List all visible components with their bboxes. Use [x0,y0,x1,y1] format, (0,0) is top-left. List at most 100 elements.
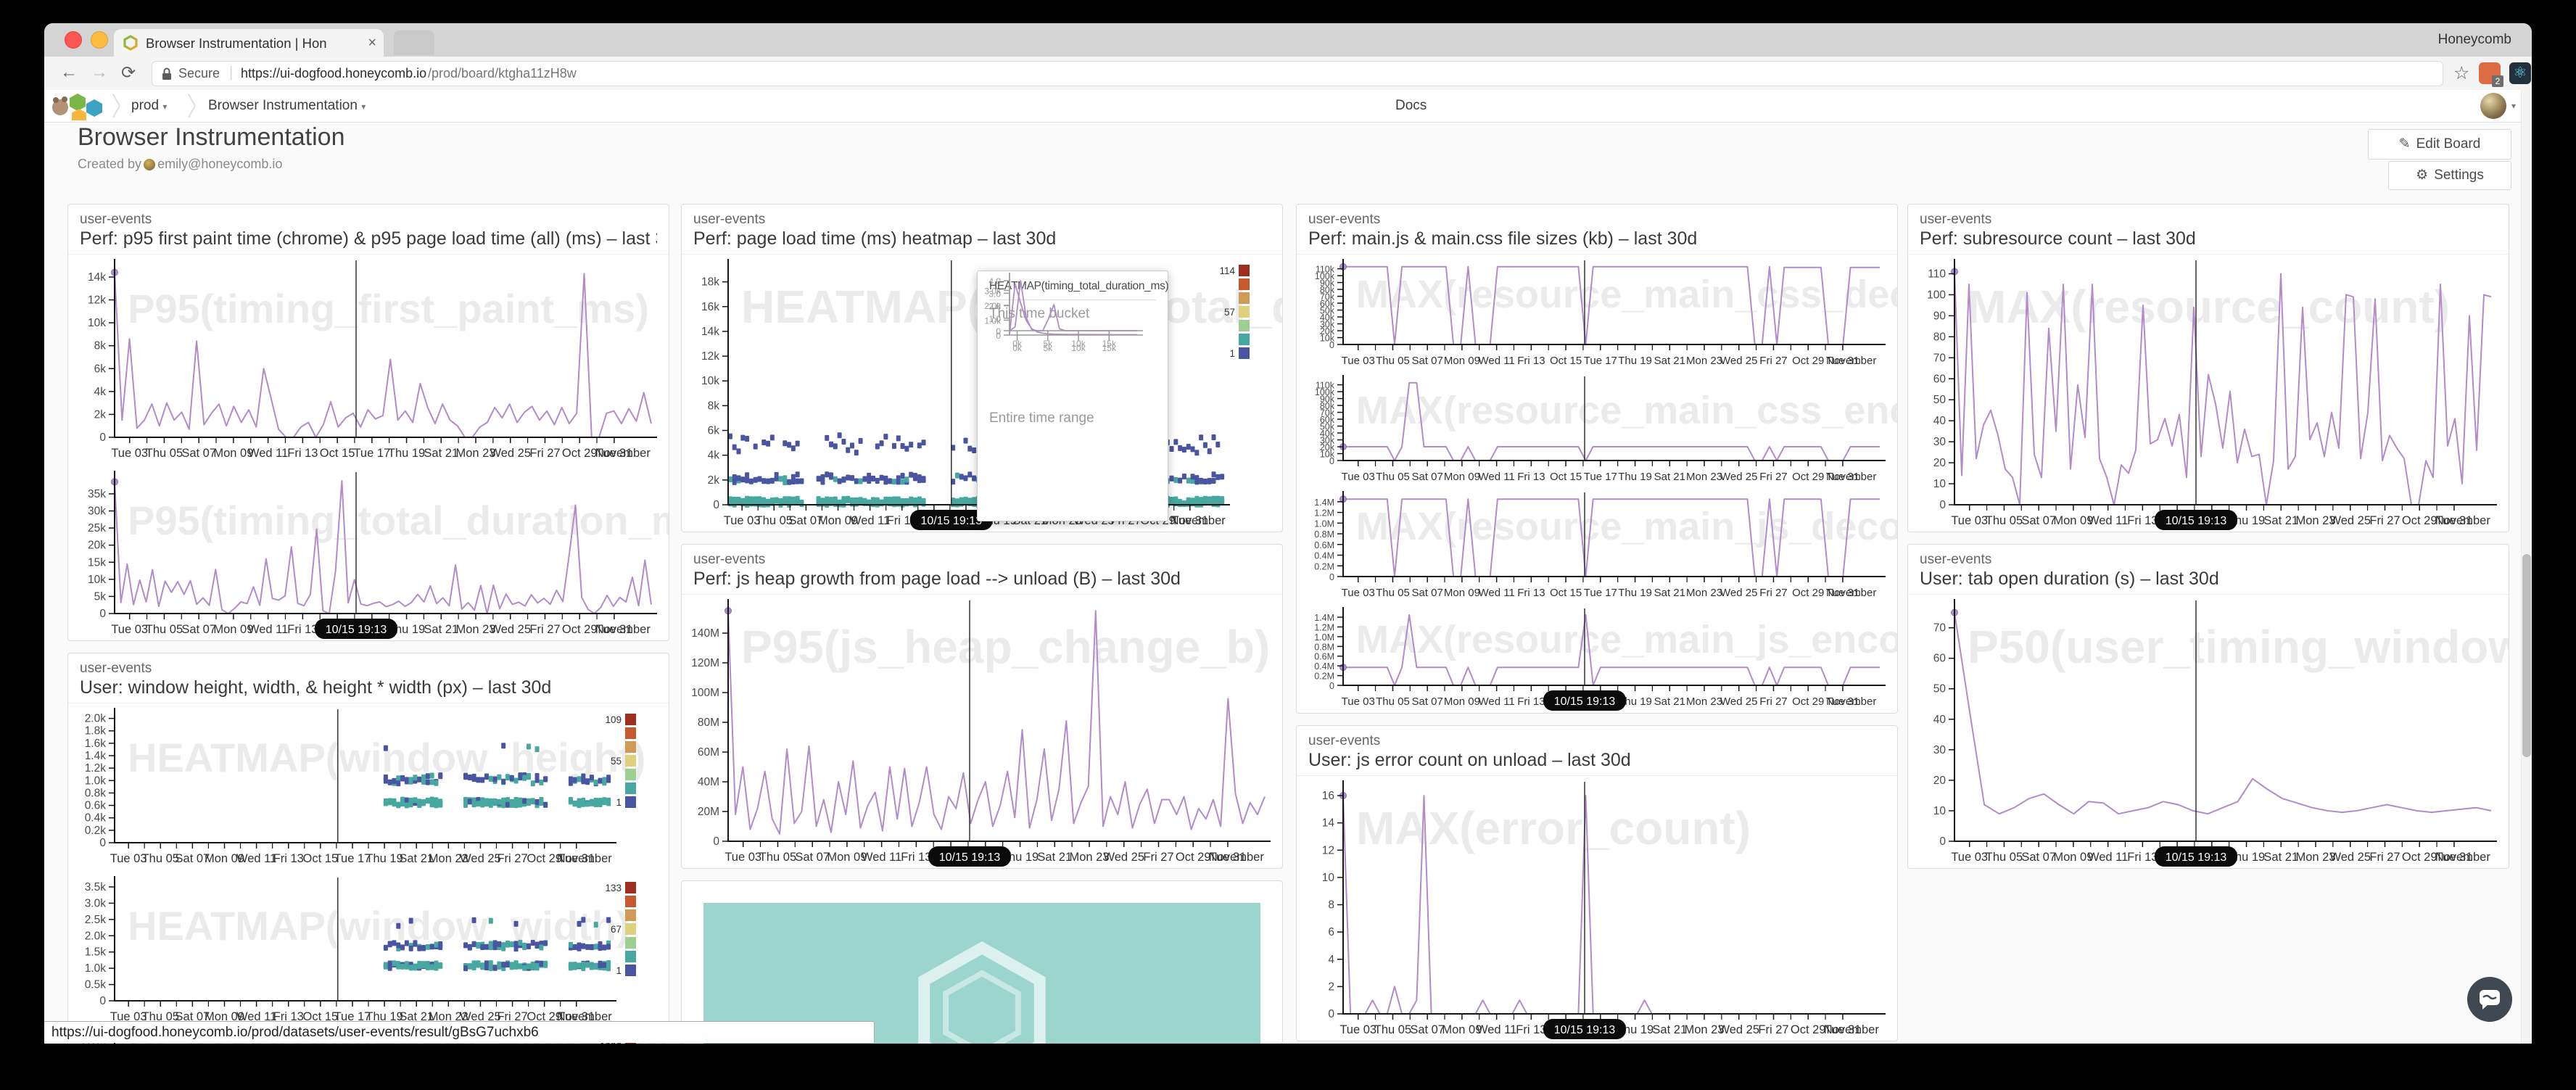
back-icon[interactable]: ← [60,62,78,83]
docs-link[interactable]: Docs [1395,90,1427,122]
panel-title[interactable]: User: js error count on unload – last 30… [1308,749,1886,771]
dataset-label[interactable]: user-events [693,211,1271,228]
dataset-label[interactable]: user-events [693,551,1271,568]
svg-text:Tue 17: Tue 17 [1584,355,1617,367]
svg-text:Wed 11: Wed 11 [248,623,288,636]
svg-text:Thu 19: Thu 19 [1618,587,1652,599]
bookmark-star-icon[interactable]: ☆ [2453,62,2469,84]
svg-text:1.0k: 1.0k [85,775,107,787]
line-chart-js-encoded[interactable]: MAX(resource_main_js_encoded_s00.2M0.4M0… [1297,603,1897,713]
dataset-label[interactable]: user-events [1308,211,1886,228]
svg-text:114: 114 [1219,265,1235,276]
panel-tab-duration: user-events User: tab open duration (s) … [1907,544,2509,869]
svg-text:Wed 11: Wed 11 [1478,471,1514,483]
svg-text:Oct 15: Oct 15 [303,852,339,865]
panel-title[interactable]: User: window height, width, & height * w… [80,677,657,698]
line-chart-first-paint[interactable]: P95(timing_first_paint_ms) 0 2k 4k 6k 8k 10k 12… [68,255,669,466]
line-chart-css-encoded[interactable]: MAX(resource_main_css_encoded010k20k30k4… [1297,371,1897,487]
svg-text:Thu 05: Thu 05 [1376,695,1410,708]
svg-text:4k: 4k [708,450,720,462]
svg-text:10/15 19:13: 10/15 19:13 [2166,515,2227,527]
heatmap-window-width[interactable]: HEATMAP(window_width) 0 0.5k 1.0k 1.5k 2.0k 2.… [68,872,669,1030]
dataset-label[interactable]: user-events [80,211,657,228]
svg-text:Wed 25: Wed 25 [1103,851,1144,864]
line-chart-error-count[interactable]: MAX(error_count) 0 2 4 6 8 10 12 14 16 Tue 03 Thu 0… [1297,776,1897,1041]
line-chart-tab-duration[interactable]: P50(user_timing_window_open_du 0 10 20 30 40 5… [1908,595,2509,868]
svg-text:Oct 29: Oct 29 [1792,471,1824,483]
board-selector[interactable]: Browser Instrumentation ▾ [208,90,366,123]
forward-icon[interactable]: → [91,62,108,83]
panel-title[interactable]: User: tab open duration (s) – last 30d [1920,568,2497,590]
panel-js-heap: user-events Perf: js heap growth from pa… [681,544,1283,869]
svg-text:Sat 07: Sat 07 [1410,1023,1445,1036]
chat-launcher[interactable] [2467,977,2512,1022]
minimize-window-button[interactable] [91,31,108,49]
svg-text:Fri 27: Fri 27 [1759,587,1787,599]
chat-icon [2480,990,2500,1010]
svg-text:30: 30 [1933,744,1947,756]
line-chart-resource-count[interactable]: MAX(resource_count) 0 10 20 30 40 50 60 70 80 90 10… [1908,255,2509,532]
board-column-4: user-events Perf: subresource count – la… [1907,204,2509,869]
svg-text:140M: 140M [691,627,719,640]
panel-title[interactable]: Perf: p95 first paint time (chrome) & p9… [80,228,657,249]
svg-text:14: 14 [1322,817,1335,830]
heatmap-window-height[interactable]: HEATMAP(window_height) 0 0.2k 0.4k 0.6k 0.8k 1… [68,703,669,872]
dataset-label[interactable]: user-events [1308,732,1886,749]
svg-text:0.2M: 0.2M [1314,672,1334,682]
svg-text:Sat 07: Sat 07 [1411,355,1442,367]
panel-title[interactable]: Perf: page load time (ms) heatmap – last… [693,228,1271,249]
panel-title[interactable]: Perf: js heap growth from page load --> … [693,568,1271,590]
svg-text:1: 1 [616,965,622,976]
svg-text:Wed 25: Wed 25 [1720,587,1757,599]
close-window-button[interactable] [65,31,82,49]
scrollbar-thumb[interactable] [2522,554,2531,757]
svg-text:Sat 07: Sat 07 [1411,471,1442,483]
scrollbar-track[interactable] [2521,90,2532,1044]
svg-text:0.8M: 0.8M [1314,642,1334,652]
panel-js-errors: user-events User: js error count on unlo… [1296,725,1898,1041]
svg-text:Oct 29: Oct 29 [2402,514,2437,527]
svg-text:Oct 29: Oct 29 [1792,355,1824,367]
reload-icon[interactable]: ⟳ [121,62,136,83]
svg-text:10/15 19:13: 10/15 19:13 [939,851,1001,864]
dataset-label[interactable]: user-events [1920,211,2497,228]
svg-text:Tue 03: Tue 03 [1339,1023,1376,1036]
tab-strip: Browser Instrumentation | Hon × Honeycom… [44,23,2532,57]
line-chart-js-heap[interactable]: P95(js_heap_change_b) 0 20M 40M 60M 80M 100M 12… [682,595,1282,868]
account-chevron-down-icon[interactable]: ▾ [2511,90,2516,122]
edit-board-button[interactable]: ✎ Edit Board [2368,129,2511,160]
address-bar[interactable]: Secure | https://ui-dogfood.honeycomb.io… [152,61,2443,86]
react-devtools-icon[interactable]: ⚛ [2509,62,2531,84]
new-tab-button[interactable] [394,30,434,55]
env-selector[interactable]: prod ▾ [131,90,167,123]
svg-text:Oct 15: Oct 15 [1550,355,1582,367]
svg-text:1.2M: 1.2M [1314,622,1334,632]
svg-text:133: 133 [605,883,622,893]
svg-text:120M: 120M [691,657,719,669]
svg-text:Mon 09: Mon 09 [1444,587,1480,599]
panel-title[interactable]: Perf: subresource count – last 30d [1920,228,2497,249]
svg-text:0.6M: 0.6M [1314,540,1334,550]
dataset-label[interactable]: user-events [80,660,657,677]
svg-text:4: 4 [1328,954,1334,966]
extension-icon[interactable]: 2 [2479,62,2503,87]
chrome-profile-name[interactable]: Honeycomb [2438,23,2511,57]
svg-text:Fri 13: Fri 13 [1517,695,1545,708]
settings-button[interactable]: ⚙ Settings [2388,161,2511,190]
tab-close-icon[interactable]: × [368,35,376,51]
svg-text:Wed 11: Wed 11 [2088,851,2128,864]
dataset-label[interactable]: user-events [1920,551,2497,568]
panel-title[interactable]: Perf: main.js & main.css file sizes (kb)… [1308,228,1886,249]
honeycomb-logo[interactable] [49,91,110,120]
svg-text:November: November [2435,514,2491,527]
svg-text:Thu 05: Thu 05 [1376,471,1410,483]
svg-text:0.4M: 0.4M [1314,551,1334,561]
line-chart-css-decoded[interactable]: MAX(resource_main_css_decoded010k20k30k4… [1297,255,1897,371]
line-chart-total-duration[interactable]: P95(timing_total_duration_ms) 0 5k 10k 15k 20… [68,466,669,640]
svg-text:60: 60 [1933,373,1947,385]
line-chart-js-decoded[interactable]: MAX(resource_main_js_decoded_s00.2M0.4M0… [1297,487,1897,603]
creator-avatar [144,159,156,170]
svg-text:November: November [1826,587,1876,599]
browser-tab[interactable]: Browser Instrumentation | Hon × [114,29,384,57]
user-avatar[interactable] [2480,93,2506,119]
